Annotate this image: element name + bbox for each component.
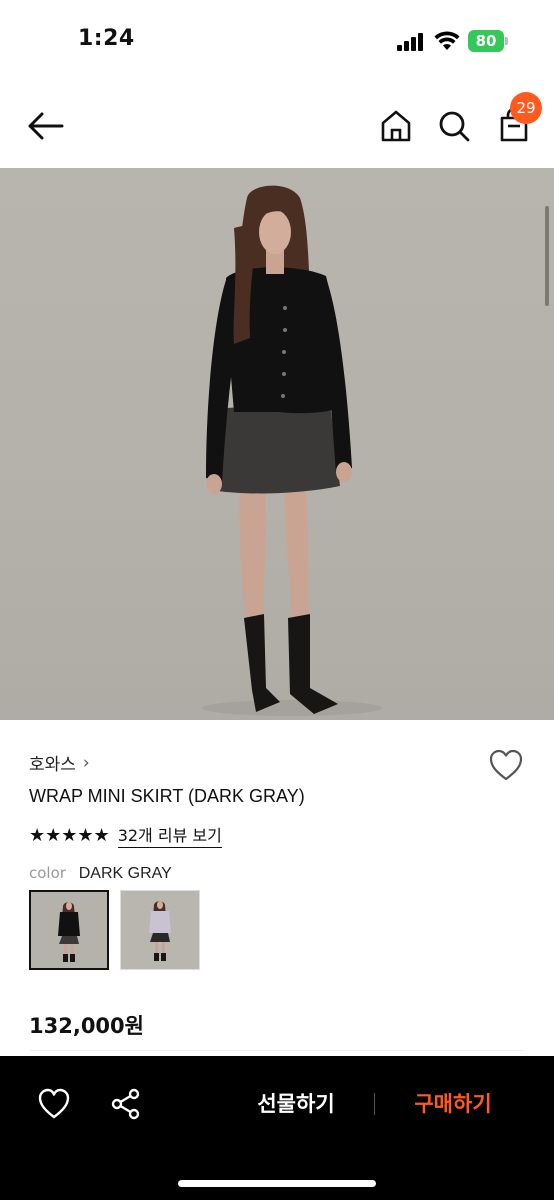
wishlist-heart-icon[interactable] <box>488 748 524 782</box>
heart-icon[interactable] <box>36 1086 72 1122</box>
cellular-signal-icon <box>397 33 425 51</box>
search-icon[interactable] <box>434 106 474 146</box>
app-header <box>0 84 554 168</box>
star-rating: ★★★★★ <box>29 824 110 846</box>
brand-link[interactable]: 호와스 › <box>29 750 90 776</box>
product-image[interactable] <box>0 168 554 720</box>
share-icon[interactable] <box>108 1086 144 1122</box>
review-link[interactable]: 32개 리뷰 보기 <box>117 822 222 848</box>
section-divider <box>30 1050 524 1051</box>
brand-name: 호와스 <box>29 755 76 775</box>
buy-button[interactable]: 구매하기 <box>394 1086 512 1122</box>
color-swatch-dark-gray[interactable] <box>29 890 109 970</box>
color-value: DARK GRAY <box>78 865 172 882</box>
model-photo <box>202 185 382 716</box>
battery-icon: 80 <box>468 30 508 52</box>
image-scroll-indicator <box>545 206 549 306</box>
rating-row: ★★★★★ 32개 리뷰 보기 <box>29 822 222 848</box>
bottom-action-bar: 선물하기 구매하기 <box>0 1056 554 1200</box>
product-name: WRAP MINI SKIRT (DARK GRAY) <box>29 786 305 806</box>
battery-level: 80 <box>468 30 504 52</box>
status-bar: 1:24 80 <box>0 0 554 84</box>
wifi-icon <box>434 31 460 50</box>
back-arrow-icon[interactable] <box>24 106 68 146</box>
swatch-light-gray-thumbnail <box>121 891 199 969</box>
status-time: 1:24 <box>78 26 135 51</box>
swatch-dark-gray-thumbnail <box>31 892 107 968</box>
color-swatch-light-gray[interactable] <box>120 890 200 970</box>
color-row: color DARK GRAY <box>29 864 172 883</box>
gift-button[interactable]: 선물하기 <box>236 1086 356 1122</box>
home-icon[interactable] <box>376 106 416 146</box>
home-indicator <box>178 1180 376 1187</box>
color-label: color <box>29 864 66 882</box>
button-separator <box>374 1093 375 1115</box>
chevron-right-icon: › <box>82 752 90 773</box>
product-price: 132,000원 <box>29 1014 144 1038</box>
cart-count-badge: 29 <box>510 92 542 124</box>
